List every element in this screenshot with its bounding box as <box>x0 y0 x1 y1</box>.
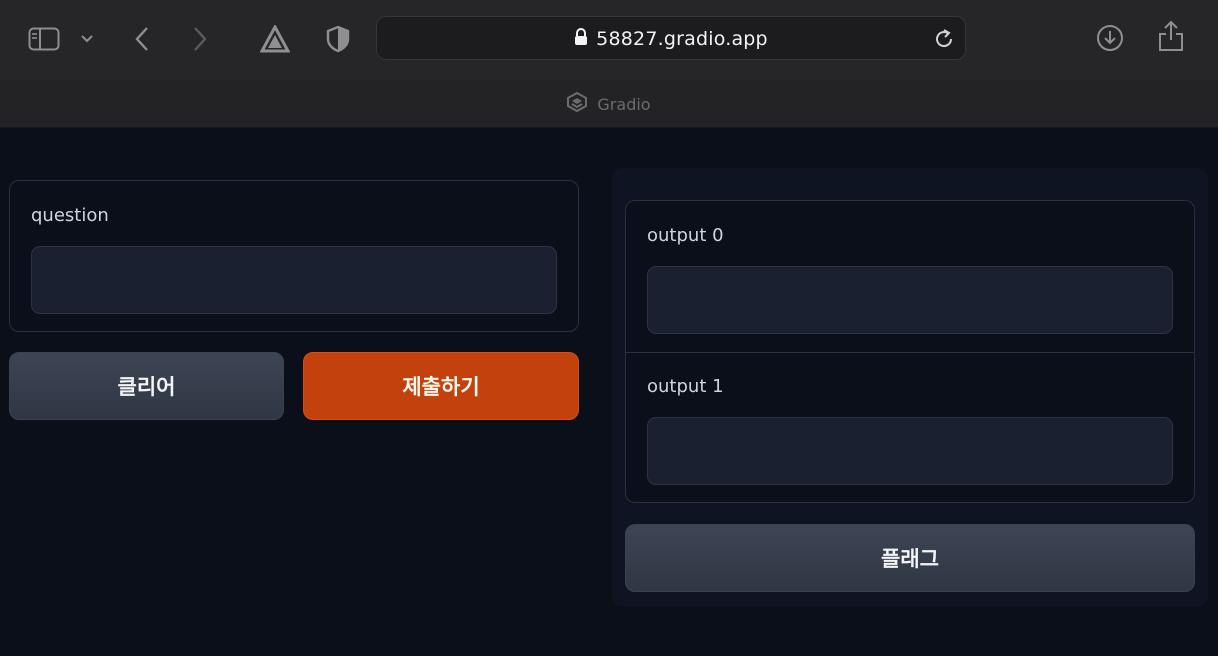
outputs-block: output 0 output 1 <box>625 200 1195 503</box>
output1-label: output 1 <box>647 376 724 397</box>
output1-field[interactable] <box>647 417 1173 485</box>
sidebar-icon[interactable] <box>28 26 60 52</box>
download-icon[interactable] <box>1094 22 1126 54</box>
question-input[interactable] <box>31 246 557 314</box>
url-text: 58827.gradio.app <box>596 28 768 50</box>
lock-icon <box>574 27 588 51</box>
back-icon[interactable] <box>130 24 154 54</box>
browser-toolbar: 58827.gradio.app <box>0 0 1218 80</box>
tab-title-text: Gradio <box>597 94 651 114</box>
share-icon[interactable] <box>1154 18 1188 54</box>
clear-button[interactable]: 클리어 <box>9 352 284 420</box>
extension-icon[interactable] <box>260 24 290 54</box>
shield-icon[interactable] <box>324 24 352 54</box>
question-label: question <box>31 205 109 226</box>
outputs-divider <box>626 352 1194 353</box>
address-bar[interactable]: 58827.gradio.app <box>376 16 966 60</box>
submit-button[interactable]: 제출하기 <box>303 352 579 420</box>
reload-icon[interactable] <box>933 28 955 50</box>
forward-icon[interactable] <box>188 24 212 54</box>
chevron-down-icon[interactable] <box>78 30 96 48</box>
output0-label: output 0 <box>647 225 724 246</box>
gradio-logo-icon <box>567 91 588 116</box>
flag-button[interactable]: 플래그 <box>625 524 1195 592</box>
tab-active[interactable]: Gradio <box>0 80 1218 128</box>
gradio-app: question 클리어 제출하기 output 0 output 1 플래그 <box>0 128 1218 656</box>
question-block: question <box>9 180 579 332</box>
output0-field[interactable] <box>647 266 1173 334</box>
